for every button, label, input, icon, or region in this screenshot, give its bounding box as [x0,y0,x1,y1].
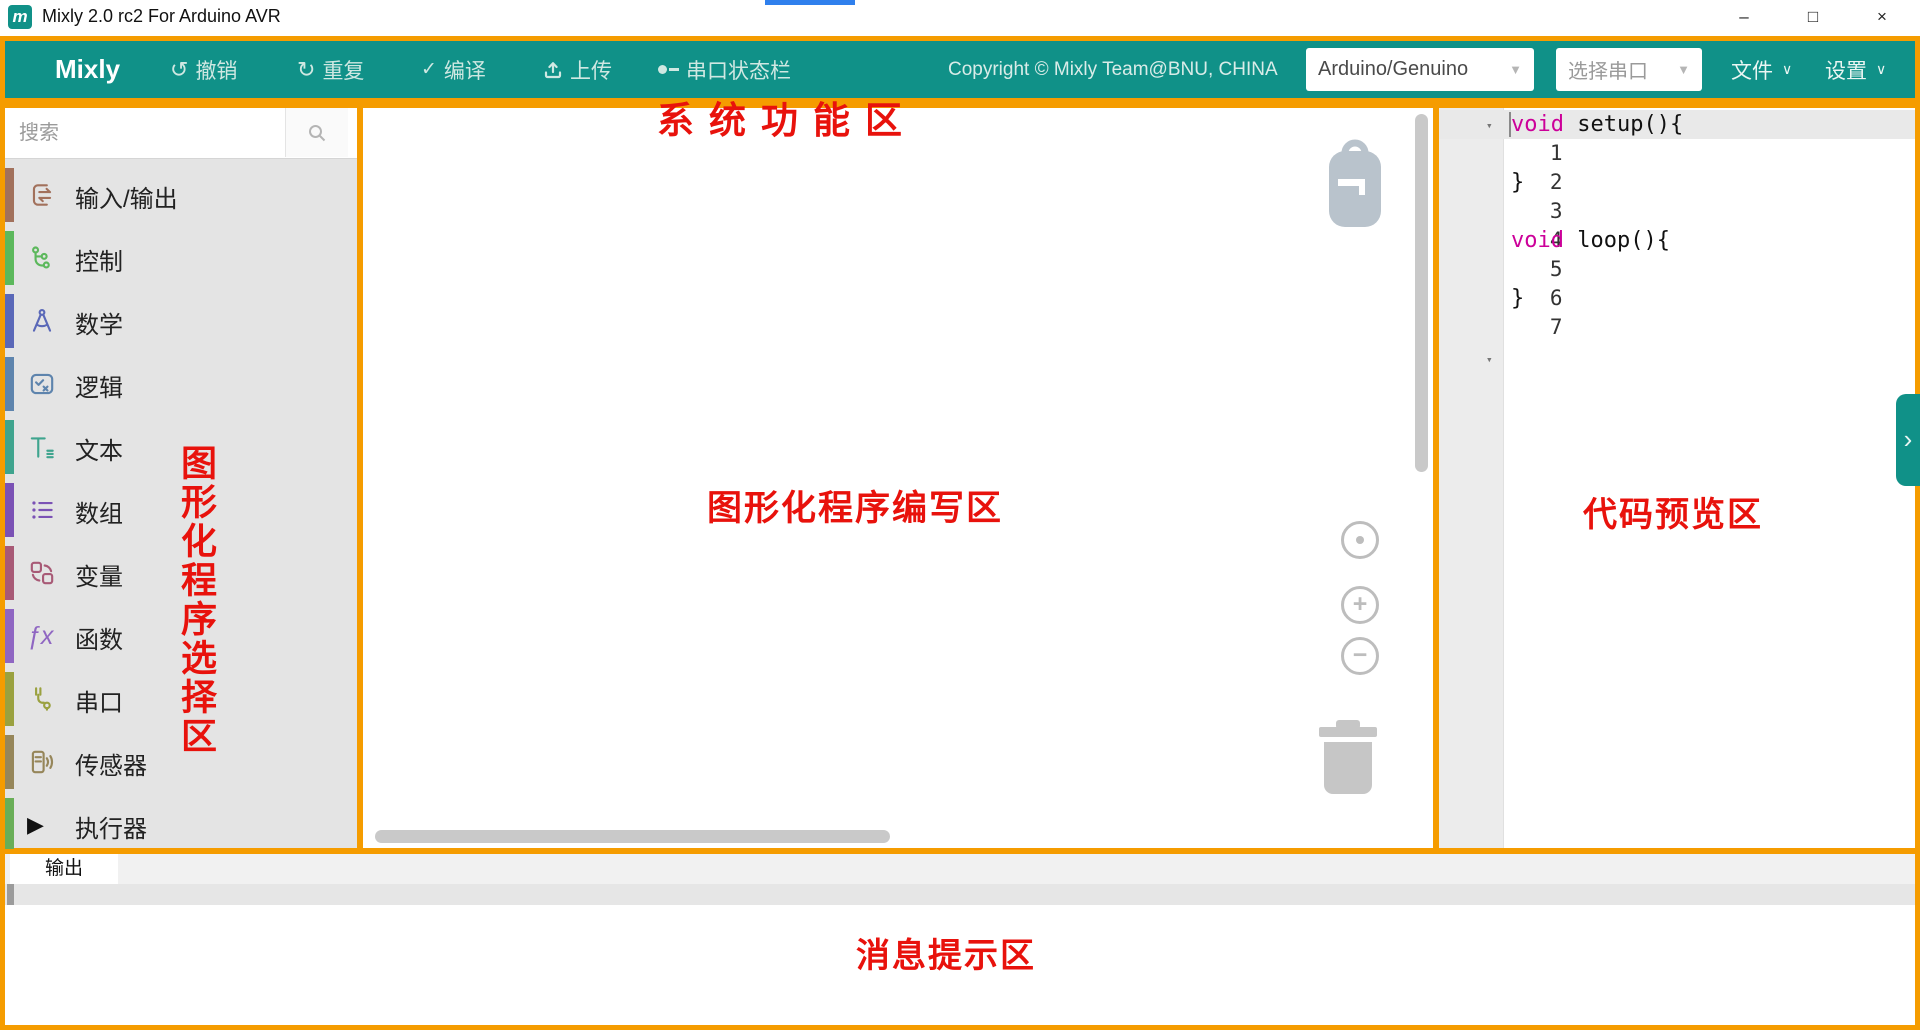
sidebar-item-variable[interactable]: 变量 [5,543,357,603]
code-line: 6 [1439,255,1915,284]
variable-icon [27,558,57,588]
copyright-text: Copyright © Mixly Team@BNU, CHINA [948,41,1278,98]
category-color-bar [5,231,14,285]
backpack-icon[interactable] [1323,133,1387,236]
category-color-bar [5,483,14,537]
output-scroll-thumb[interactable] [7,884,14,905]
output-tabstrip: 输出 [5,854,1915,884]
close-button[interactable]: × [1854,0,1910,36]
maximize-button[interactable]: □ [1785,0,1841,36]
search-bar [5,108,357,159]
block-palette-sidebar: 输入/输出 控制 数学 [0,103,362,853]
port-select[interactable]: 选择串口 ▼ [1556,48,1702,91]
serial-icon [27,684,57,714]
upload-icon [543,60,563,80]
fold-toggle-icon[interactable]: ▾ [1486,111,1493,140]
code-line: 7 } [1439,284,1915,313]
top-blue-strip [765,0,855,5]
search-icon [307,123,327,143]
sidebar-item-sensor[interactable]: 传感器 [5,732,357,792]
blockly-canvas[interactable]: + − 图形化程序编写区 [358,103,1438,853]
text-icon [27,432,57,462]
code-line: 3 } [1439,168,1915,197]
sensor-icon [27,747,57,777]
array-icon [27,495,57,525]
redo-button[interactable]: ↻ 重复 [297,41,364,98]
function-icon: ƒx [27,621,57,651]
panel-expander-button[interactable]: › [1896,394,1920,486]
upload-button[interactable]: 上传 [543,41,612,98]
tab-output[interactable]: 输出 [10,854,118,884]
category-color-bar [5,420,14,474]
sidebar-item-math[interactable]: 数学 [5,291,357,351]
sidebar-item-control[interactable]: 控制 [5,228,357,288]
category-color-bar [5,546,14,600]
compile-button[interactable]: ✓ 编译 [421,41,486,98]
zoom-out-button[interactable]: − [1341,637,1379,675]
file-menu-button[interactable]: 文件 ∨ [1731,41,1792,98]
annotation-output-area: 消息提示区 [856,928,1036,977]
code-line: 5 ▾ void loop(){ [1439,226,1915,255]
io-icon [27,180,57,210]
titlebar: m Mixly 2.0 rc2 For Arduino AVR – □ × [0,0,1920,36]
chevron-down-icon: ▼ [1509,62,1522,77]
category-color-bar [5,609,14,663]
category-color-bar [5,168,14,222]
toolbar: Mixly ↺ 撤销 ↻ 重复 ✓ 编译 上传 串口状态栏 Copyright [0,36,1920,103]
code-preview-panel: 1 ▾ void setup(){ 2 3 } 4 5 ▾ void loop(… [1434,103,1920,853]
category-color-bar [5,798,14,852]
board-select[interactable]: Arduino/Genuino ▼ [1306,48,1534,91]
logic-icon [27,369,57,399]
mixly-menu-button[interactable]: Mixly [55,41,120,98]
chevron-right-icon: › [1904,424,1913,454]
undo-icon: ↺ [170,59,188,81]
sidebar-item-actuator[interactable]: ▶ 执行器 [5,795,357,855]
zoom-in-button[interactable]: + [1341,586,1379,624]
output-panel: 输出 消息提示区 [0,849,1920,1030]
category-color-bar [5,294,14,348]
sidebar-item-text[interactable]: 文本 [5,417,357,477]
code-line: 4 [1439,197,1915,226]
redo-icon: ↻ [297,59,315,81]
output-scroll-row [5,884,1915,905]
serial-dash-icon [669,68,679,71]
undo-button[interactable]: ↺ 撤销 [170,41,237,98]
chevron-down-icon: ▼ [1677,62,1690,77]
crosshair-icon [1356,536,1364,544]
text-cursor [1509,112,1511,137]
code-line: 2 [1439,139,1915,168]
chevron-down-icon: ∨ [1876,61,1886,78]
sidebar-item-array[interactable]: 数组 [5,480,357,540]
search-button[interactable] [285,108,348,157]
chevron-down-icon: ∨ [1782,61,1792,78]
vertical-scrollbar[interactable] [1415,114,1428,472]
play-icon: ▶ [27,810,57,840]
zoom-reset-button[interactable] [1341,521,1379,559]
category-color-bar [5,735,14,789]
serial-status-button[interactable]: 串口状态栏 [658,41,791,98]
window-title: Mixly 2.0 rc2 For Arduino AVR [42,6,281,27]
search-input[interactable] [17,113,276,153]
trash-icon[interactable] [1319,720,1377,801]
category-color-bar [5,357,14,411]
annotation-canvas-area: 图形化程序编写区 [707,480,1003,531]
settings-menu-button[interactable]: 设置 ∨ [1825,41,1886,98]
sidebar-item-function[interactable]: ƒx 函数 [5,606,357,666]
check-icon: ✓ [421,60,437,79]
annotation-code-area: 代码预览区 [1583,487,1763,536]
app-logo-icon: m [8,5,32,29]
mixly-window: m Mixly 2.0 rc2 For Arduino AVR – □ × Mi… [0,0,1920,1030]
serial-dot-icon [658,65,667,74]
horizontal-scrollbar[interactable] [375,830,890,843]
category-color-bar [5,672,14,726]
sidebar-item-serial[interactable]: 串口 [5,669,357,729]
minimize-button[interactable]: – [1716,0,1772,36]
sidebar-item-logic[interactable]: 逻辑 [5,354,357,414]
control-icon [27,243,57,273]
sidebar-item-io[interactable]: 输入/输出 [5,165,357,225]
math-icon [27,306,57,336]
